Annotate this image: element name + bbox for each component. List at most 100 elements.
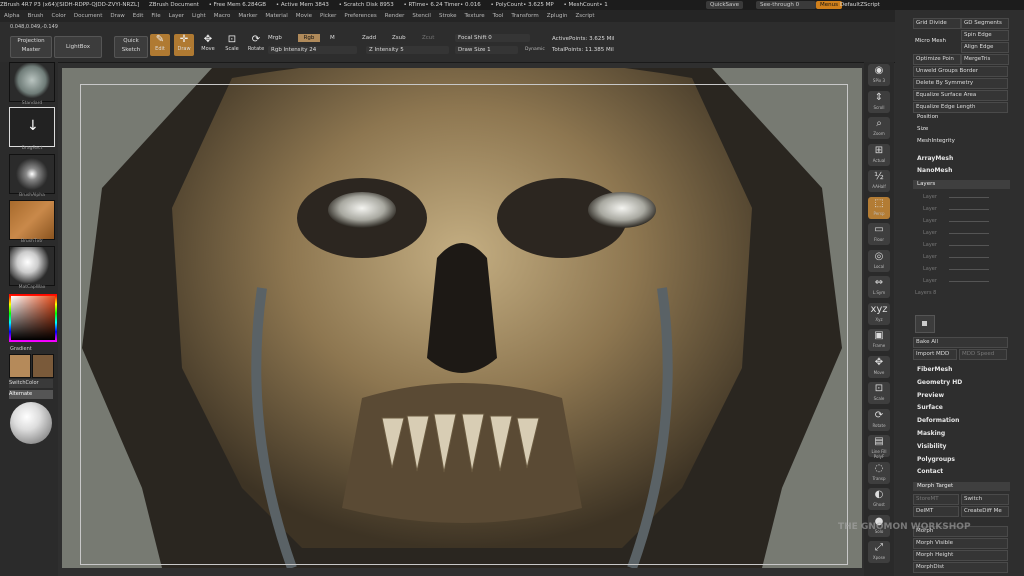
menu-stroke[interactable]: Stroke [439, 13, 457, 19]
morph-height-slider[interactable]: Morph Height [913, 550, 1008, 561]
menu-zscript[interactable]: Zscript [575, 13, 594, 19]
menu-picker[interactable]: Picker [320, 13, 336, 19]
quick-sketch-button[interactable]: Quick Sketch [114, 36, 148, 58]
storemt-button[interactable]: StoreMT [913, 494, 959, 505]
scale-button[interactable]: ⊡ Scale [222, 34, 242, 56]
equalize-surface-area-button[interactable]: Equalize Surface Area [913, 90, 1008, 101]
visibility-submenu[interactable]: Visibility [917, 443, 946, 450]
menu-document[interactable]: Document [74, 13, 103, 19]
arraymesh-submenu[interactable]: ArrayMesh [917, 155, 953, 162]
dock-local-button[interactable]: ◎ Local [868, 249, 890, 272]
position-submenu[interactable]: Position [917, 114, 938, 120]
mdd-speed-slider[interactable]: MDD Speed [959, 349, 1007, 360]
menu-transform[interactable]: Transform [511, 13, 538, 19]
dock-line-fill-polyf-button[interactable]: ▤ Line Fill PolyF [868, 435, 890, 459]
zadd-button[interactable]: Zadd [362, 35, 376, 41]
move-button[interactable]: ✥ Move [198, 34, 218, 56]
menu-movie[interactable]: Movie [296, 13, 312, 19]
layer-row[interactable]: Layer [923, 266, 993, 274]
projection-master-button[interactable]: Projection Master [10, 36, 52, 58]
default-zscript[interactable]: DefaultZScript [840, 1, 880, 9]
menu-material[interactable]: Material [265, 13, 287, 19]
rotate-button[interactable]: ⟳ Rotate [246, 34, 266, 56]
layer-row[interactable]: Layer [923, 218, 993, 226]
morph-visible-slider[interactable]: Morph Visible [913, 538, 1008, 549]
menu-texture[interactable]: Texture [465, 13, 485, 19]
geometry-hd-submenu[interactable]: Geometry HD [917, 379, 962, 386]
import-mdd-button[interactable]: Import MDD [913, 349, 957, 360]
deformation-submenu[interactable]: Deformation [917, 417, 959, 424]
menus-button[interactable]: Menus [816, 1, 842, 9]
dock-floor-button[interactable]: ▭ Floor [868, 223, 890, 245]
dock-move-button[interactable]: ✥ Move [868, 355, 890, 378]
menu-alpha[interactable]: Alpha [4, 13, 20, 19]
nanomesh-submenu[interactable]: NanoMesh [917, 167, 952, 174]
dock-aahalf-button[interactable]: ½ AAHalf [868, 170, 890, 192]
dock-xpose-button[interactable]: ⤢ Xpose [868, 541, 890, 563]
surface-submenu[interactable]: Surface [917, 404, 943, 411]
mrgb-button[interactable]: Mrgb [268, 35, 282, 41]
zsub-button[interactable]: Zsub [392, 35, 406, 41]
size-submenu[interactable]: Size [917, 126, 928, 132]
polygroups-submenu[interactable]: Polygroups [917, 456, 955, 463]
menu-stencil[interactable]: Stencil [412, 13, 431, 19]
dock-xyz-button[interactable]: xyz Xyz [868, 302, 890, 325]
dock-scale-button[interactable]: ⊡ Scale [868, 382, 890, 404]
color-picker[interactable] [9, 294, 57, 342]
alternate-button[interactable]: Alternate [9, 390, 53, 399]
zcut-button[interactable]: Zcut [422, 35, 434, 41]
dock-spix-3-button[interactable]: ◉ SPix 3 [868, 64, 890, 86]
material-sphere[interactable] [10, 402, 52, 444]
stroke-thumbnail[interactable]: ↓ [9, 107, 55, 147]
merge-tris-button[interactable]: MergeTris [961, 54, 1009, 65]
switch-button[interactable]: Switch [961, 494, 1009, 505]
layer-row[interactable]: Layer [923, 230, 993, 238]
quicksave-button[interactable]: QuickSave [706, 1, 744, 9]
menu-marker[interactable]: Marker [238, 13, 257, 19]
menu-light[interactable]: Light [192, 13, 206, 19]
menu-tool[interactable]: Tool [493, 13, 504, 19]
menu-preferences[interactable]: Preferences [344, 13, 376, 19]
lightbox-button[interactable]: LightBox [54, 36, 102, 58]
dock-rotate-button[interactable]: ⟳ Rotate [868, 408, 890, 431]
morph-dist-slider[interactable]: MorphDist [913, 562, 1008, 573]
switch-color-button[interactable]: SwitchColor [9, 379, 53, 388]
dock-persp-button[interactable]: ⬚ Persp [868, 196, 890, 219]
menu-render[interactable]: Render [385, 13, 405, 19]
menu-layer[interactable]: Layer [169, 13, 184, 19]
layer-row[interactable]: Layer [923, 278, 993, 286]
morph-target-header[interactable]: Morph Target [913, 482, 1010, 491]
equalize-edge-length-button[interactable]: Equalize Edge Length [913, 102, 1008, 113]
dock-l-sym-button[interactable]: ⇔ L.Sym [868, 276, 890, 298]
menu-color[interactable]: Color [52, 13, 66, 19]
focal-shift-slider[interactable]: Focal Shift 0 [455, 34, 530, 42]
layer-row[interactable]: Layer [923, 242, 993, 250]
bake-all-button[interactable]: Bake All [913, 337, 1008, 348]
layers-header[interactable]: Layers [913, 180, 1010, 189]
preview-submenu[interactable]: Preview [917, 392, 944, 399]
texture-thumbnail[interactable] [9, 200, 55, 240]
layer-row[interactable]: Layer [923, 206, 993, 214]
delmt-button[interactable]: DelMT [913, 506, 959, 517]
dock-frame-button[interactable]: ▣ Frame [868, 329, 890, 351]
main-color-swatch[interactable] [9, 354, 31, 378]
creatediff-button[interactable]: CreateDiff Me [961, 506, 1009, 517]
dock-zoom-button[interactable]: ⌕ Zoom [868, 117, 890, 139]
dock-scroll-button[interactable]: ⇕ Scroll [868, 90, 890, 113]
delete-by-symmetry-button[interactable]: Delete By Symmetry [913, 78, 1008, 89]
layer-row[interactable]: Layer [923, 254, 993, 262]
draw-size-slider[interactable]: Draw Size 1 [455, 46, 518, 54]
mesh-integrity-submenu[interactable]: MeshIntegrity [917, 138, 955, 144]
dock-transp-button[interactable]: ◌ Transp [868, 461, 890, 484]
draw-button[interactable]: ✛ Draw [174, 34, 194, 56]
menu-zplugin[interactable]: Zplugin [547, 13, 568, 19]
fibermesh-submenu[interactable]: FiberMesh [917, 366, 952, 373]
material-thumbnail[interactable] [9, 246, 55, 286]
optimize-points-button[interactable]: Optimize Poin [913, 54, 961, 65]
rgb-intensity-slider[interactable]: Rgb Intensity 24 [268, 46, 357, 54]
layer-record-button[interactable] [915, 315, 935, 333]
masking-submenu[interactable]: Masking [917, 430, 945, 437]
edit-button[interactable]: ✎ Edit [150, 34, 170, 56]
gd-segments-slider[interactable]: GD Segments [961, 18, 1009, 29]
rgb-button[interactable]: Rgb [298, 34, 320, 42]
